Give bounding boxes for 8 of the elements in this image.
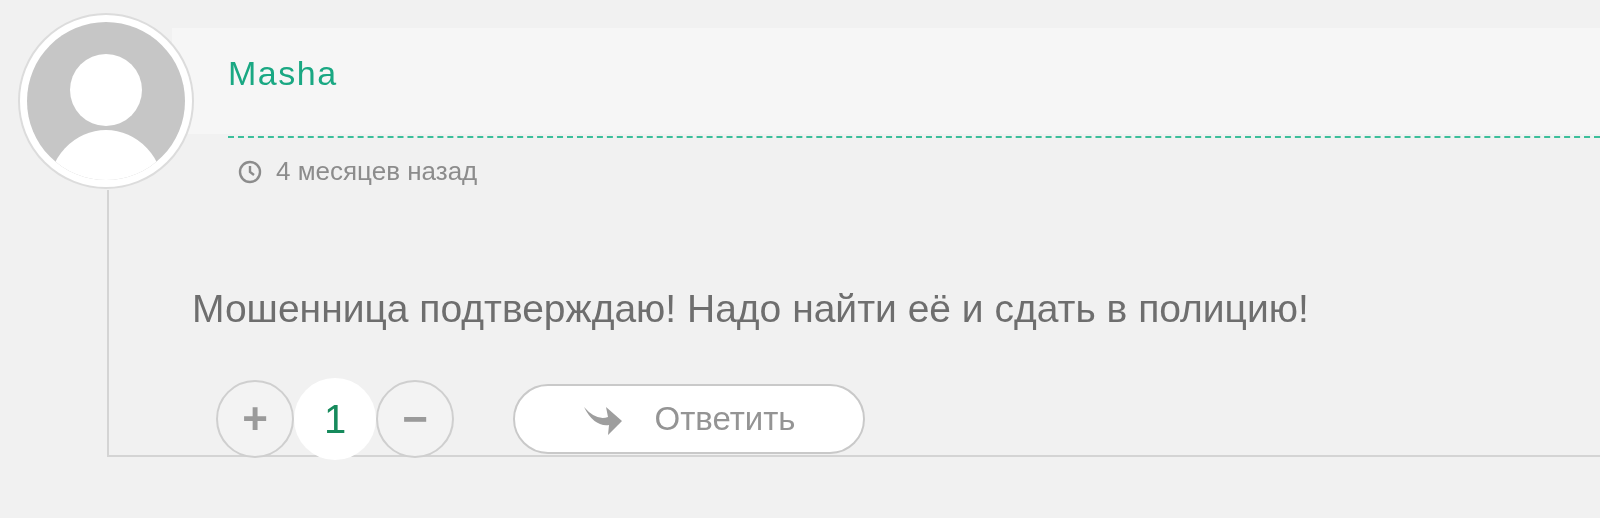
clock-icon (238, 159, 262, 184)
reply-button[interactable]: Ответить (513, 384, 865, 454)
vote-count: 1 (294, 378, 376, 460)
upvote-button[interactable]: + (216, 380, 294, 458)
comment-text: Мошенница подтверждаю! Надо найти её и сдать в полицию! (192, 287, 1310, 331)
comment-time: 4 месяцев назад (276, 156, 478, 187)
author-name[interactable]: Masha (228, 53, 338, 93)
downvote-button[interactable]: − (376, 380, 454, 458)
